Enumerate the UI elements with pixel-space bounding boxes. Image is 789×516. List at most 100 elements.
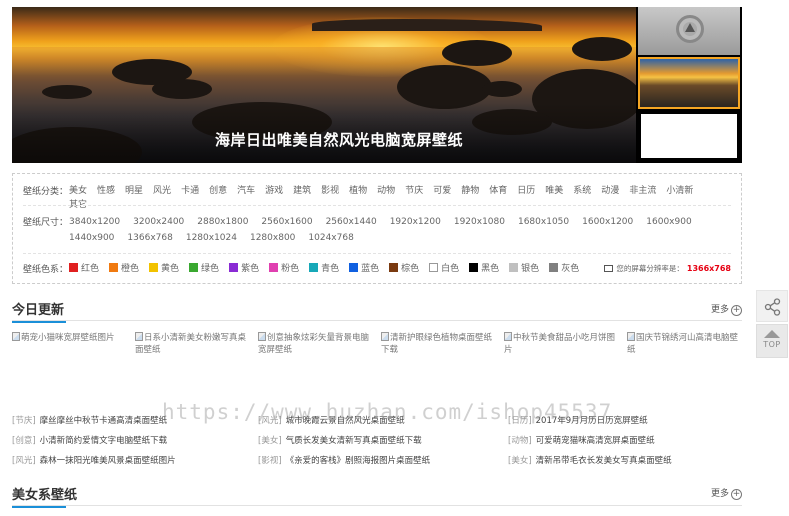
more-link-beauty[interactable]: 更多 + — [711, 486, 742, 500]
category-option[interactable]: 唯美 — [545, 184, 563, 198]
category-option[interactable]: 游戏 — [265, 184, 283, 198]
size-option[interactable]: 1024x768 — [308, 231, 353, 245]
arrow-up-icon — [764, 330, 780, 338]
list-item-category[interactable]: [美女] — [508, 456, 532, 466]
color-option[interactable]: 蓝色 — [349, 262, 379, 276]
size-option[interactable]: 1920x1080 — [454, 215, 505, 229]
wallpaper-thumbnail[interactable]: 创意抽象炫彩矢量背景电脑宽屏壁纸 — [258, 332, 374, 356]
color-swatch — [389, 263, 399, 272]
resolution-label: 您的屏幕分辨率是： — [616, 264, 684, 273]
list-item[interactable]: [节庆] 摩丝摩丝中秋节卡通高清桌面壁纸 — [12, 414, 167, 426]
list-item-category[interactable]: [风光] — [12, 456, 36, 466]
category-option[interactable]: 明星 — [125, 184, 143, 198]
category-option[interactable]: 非主流 — [629, 184, 656, 198]
list-item-title[interactable]: 清新吊带毛衣长发美女写真桌面壁纸 — [536, 456, 672, 466]
color-name: 棕色 — [401, 264, 420, 274]
list-item[interactable]: [美女] 清新吊带毛衣长发美女写真桌面壁纸 — [508, 454, 672, 466]
color-option[interactable]: 青色 — [309, 262, 339, 276]
list-item-title[interactable]: 《亲爱的客栈》剧照海报图片桌面壁纸 — [286, 456, 431, 466]
size-option[interactable]: 2880x1800 — [197, 215, 248, 229]
thumbnail-title-line2: 宽屏壁纸 — [258, 345, 293, 355]
color-swatch — [309, 263, 319, 272]
thumbnail-3[interactable] — [638, 111, 740, 161]
list-item-category[interactable]: [创意] — [12, 436, 36, 446]
list-item-title[interactable]: 气质长发美女清新写真桌面壁纸下载 — [286, 436, 422, 446]
more-link-today[interactable]: 更多 + — [711, 302, 742, 316]
list-item-category[interactable]: [动物] — [508, 436, 532, 446]
category-option[interactable]: 性感 — [97, 184, 115, 198]
category-option[interactable]: 日历 — [517, 184, 535, 198]
category-option[interactable]: 美女 — [69, 184, 87, 198]
category-option[interactable]: 节庆 — [405, 184, 423, 198]
color-option[interactable]: 红色 — [69, 262, 99, 276]
list-item-title[interactable]: 小清新简约爱情文字电脑壁纸下载 — [40, 436, 168, 446]
color-option[interactable]: 粉色 — [269, 262, 299, 276]
size-option[interactable]: 1600x900 — [646, 215, 691, 229]
category-option[interactable]: 创意 — [209, 184, 227, 198]
color-option[interactable]: 黑色 — [469, 262, 499, 276]
size-option[interactable]: 1440x900 — [69, 231, 114, 245]
banner-slide[interactable]: 海岸日出唯美自然风光电脑宽屏壁纸 — [12, 7, 636, 163]
size-option[interactable]: 1680x1050 — [518, 215, 569, 229]
category-option[interactable]: 可爱 — [433, 184, 451, 198]
size-option[interactable]: 1920x1200 — [390, 215, 441, 229]
size-option[interactable]: 1280x1024 — [186, 231, 237, 245]
list-item[interactable]: [风光] 森林一抹阳光唯美风景桌面壁纸图片 — [12, 454, 176, 466]
thumbnail-2-active[interactable] — [638, 57, 740, 109]
back-to-top-button[interactable]: TOP — [756, 324, 788, 358]
size-option[interactable]: 1366x768 — [127, 231, 172, 245]
list-item-category[interactable]: [美女] — [258, 436, 282, 446]
size-option[interactable]: 3200x2400 — [133, 215, 184, 229]
category-option[interactable]: 建筑 — [293, 184, 311, 198]
category-option[interactable]: 动物 — [377, 184, 395, 198]
color-option[interactable]: 紫色 — [229, 262, 259, 276]
thumbnail-1[interactable] — [638, 7, 740, 55]
list-item-category[interactable]: [影视] — [258, 456, 282, 466]
color-option[interactable]: 绿色 — [189, 262, 219, 276]
category-option[interactable]: 系统 — [573, 184, 591, 198]
list-item-title[interactable]: 可爱萌宠猫咪高清宽屏桌面壁纸 — [536, 436, 655, 446]
color-option[interactable]: 棕色 — [389, 262, 419, 276]
category-option[interactable]: 影视 — [321, 184, 339, 198]
color-option[interactable]: 灰色 — [549, 262, 579, 276]
wallpaper-thumbnail[interactable]: 中秋节美食甜品小吃月饼图片 — [504, 332, 620, 356]
color-name: 青色 — [321, 264, 340, 274]
category-option[interactable]: 汽车 — [237, 184, 255, 198]
share-icon — [764, 298, 781, 316]
list-item[interactable]: [美女] 气质长发美女清新写真桌面壁纸下载 — [258, 434, 422, 446]
wallpaper-thumbnail[interactable]: 萌宠小猫咪宽屏壁纸图片 — [12, 332, 128, 344]
wallpaper-thumbnail[interactable]: 清新护眼绿色植物桌面壁纸 下载 — [381, 332, 497, 356]
category-option[interactable]: 卡通 — [181, 184, 199, 198]
category-option[interactable]: 静物 — [461, 184, 479, 198]
category-option[interactable]: 体育 — [489, 184, 507, 198]
list-item-title[interactable]: 森林一抹阳光唯美风景桌面壁纸图片 — [40, 456, 176, 466]
banner-thumbnails — [636, 7, 742, 163]
share-button[interactable] — [756, 290, 788, 322]
color-swatch — [509, 263, 519, 272]
list-item[interactable]: [影视] 《亲爱的客栈》剧照海报图片桌面壁纸 — [258, 454, 430, 466]
thumbnail-title-line1: 创意抽象炫彩矢量背景电脑 — [267, 333, 370, 343]
list-item[interactable]: [创意] 小清新简约爱情文字电脑壁纸下载 — [12, 434, 167, 446]
rock — [152, 79, 212, 99]
wallpaper-thumbnail[interactable]: 国庆节锦绣河山高清电脑壁纸 — [627, 332, 743, 356]
list-item-title[interactable]: 摩丝摩丝中秋节卡通高清桌面壁纸 — [40, 416, 168, 426]
list-item-category[interactable]: [节庆] — [12, 416, 36, 426]
list-item[interactable]: [动物] 可爱萌宠猫咪高清宽屏桌面壁纸 — [508, 434, 655, 446]
wallpaper-thumbnail[interactable]: 日系小清新美女粉嫩写真桌 面壁纸 — [135, 332, 251, 356]
color-option[interactable]: 银色 — [509, 262, 539, 276]
color-option[interactable]: 黄色 — [149, 262, 179, 276]
category-option[interactable]: 风光 — [153, 184, 171, 198]
size-option[interactable]: 1600x1200 — [582, 215, 633, 229]
size-option[interactable]: 1280x800 — [250, 231, 295, 245]
banner-title[interactable]: 海岸日出唯美自然风光电脑宽屏壁纸 — [12, 129, 636, 150]
category-option[interactable]: 小清新 — [666, 184, 693, 198]
size-option[interactable]: 2560x1440 — [326, 215, 377, 229]
site-logo-icon — [676, 15, 704, 43]
size-option[interactable]: 3840x1200 — [69, 215, 120, 229]
color-option[interactable]: 橙色 — [109, 262, 139, 276]
category-option[interactable]: 动漫 — [601, 184, 619, 198]
category-option[interactable]: 植物 — [349, 184, 367, 198]
size-option[interactable]: 2560x1600 — [261, 215, 312, 229]
size-label: 壁纸尺寸： — [23, 218, 69, 228]
color-option[interactable]: 白色 — [429, 262, 459, 276]
